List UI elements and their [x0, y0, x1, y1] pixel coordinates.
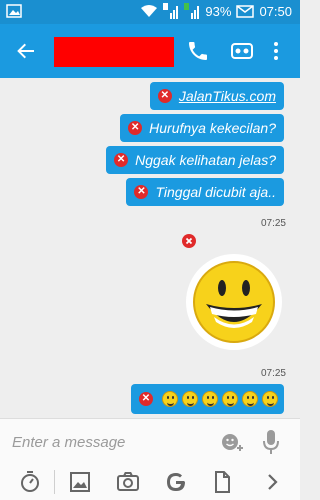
message-bubble[interactable]: ✕ Hurufnya kekecilan? — [120, 114, 284, 142]
mail-icon — [236, 4, 255, 18]
message-bubble[interactable]: ✕ JalanTikus.com — [149, 82, 284, 110]
signal-sim1-icon — [163, 3, 179, 19]
send-failed-icon[interactable]: ✕ — [157, 89, 172, 103]
emoji-row — [162, 391, 278, 407]
message-timestamp: 07:25 — [260, 218, 286, 229]
message-composer — [0, 418, 300, 464]
message-bubble[interactable]: ✕ — [131, 384, 284, 414]
divider — [54, 470, 55, 494]
send-failed-icon[interactable] — [182, 234, 196, 248]
chat-area: ✕ JalanTikus.com ✕ Hurufnya kekecilan? ✕… — [0, 78, 300, 418]
smiley-icon — [222, 391, 238, 407]
smiley-icon — [262, 391, 278, 407]
message-text: Nggak kelihatan jelas? — [135, 152, 276, 168]
battery-percent: 93% — [205, 3, 232, 19]
attachment-toolbar — [0, 464, 300, 500]
send-failed-icon[interactable]: ✕ — [114, 153, 129, 167]
add-emoji-icon[interactable] — [220, 430, 244, 454]
smiley-icon — [242, 391, 258, 407]
phone-call-icon[interactable] — [186, 39, 210, 63]
timer-icon[interactable] — [18, 470, 42, 494]
message-input[interactable] — [12, 427, 202, 457]
wifi-icon — [141, 5, 158, 17]
image-notification-icon — [6, 4, 22, 18]
more-vert-icon[interactable] — [270, 39, 282, 63]
contact-name-redacted[interactable] — [54, 37, 174, 67]
sticker-message[interactable] — [186, 254, 282, 350]
message-bubble[interactable]: ✕ Tinggal dicubit aja.. — [126, 178, 284, 206]
incognito-mask-icon[interactable] — [230, 39, 254, 63]
gallery-icon[interactable] — [68, 470, 92, 494]
app-bar — [0, 24, 300, 78]
signal-sim2-icon — [184, 3, 200, 19]
grinning-smiley-icon — [193, 261, 275, 343]
send-failed-icon[interactable]: ✕ — [139, 392, 153, 406]
message-link[interactable]: JalanTikus.com — [179, 88, 276, 104]
document-icon[interactable] — [210, 470, 234, 494]
smiley-icon — [182, 391, 198, 407]
send-failed-icon[interactable]: ✕ — [128, 121, 143, 135]
message-text: Hurufnya kekecilan? — [149, 120, 276, 136]
message-bubble[interactable]: ✕ Nggak kelihatan jelas? — [106, 146, 284, 174]
message-text: Tinggal dicubit aja.. — [155, 184, 276, 200]
smiley-icon — [162, 391, 178, 407]
chevron-right-icon[interactable] — [260, 470, 284, 494]
back-arrow-icon[interactable] — [14, 39, 38, 63]
google-icon[interactable] — [164, 470, 188, 494]
send-failed-icon[interactable]: ✕ — [134, 185, 149, 199]
status-bar: 93% 07:50 — [0, 0, 300, 24]
clock: 07:50 — [259, 3, 292, 19]
microphone-icon[interactable] — [262, 429, 280, 455]
camera-icon[interactable] — [116, 470, 140, 494]
message-timestamp: 07:25 — [260, 368, 286, 379]
smiley-icon — [202, 391, 218, 407]
